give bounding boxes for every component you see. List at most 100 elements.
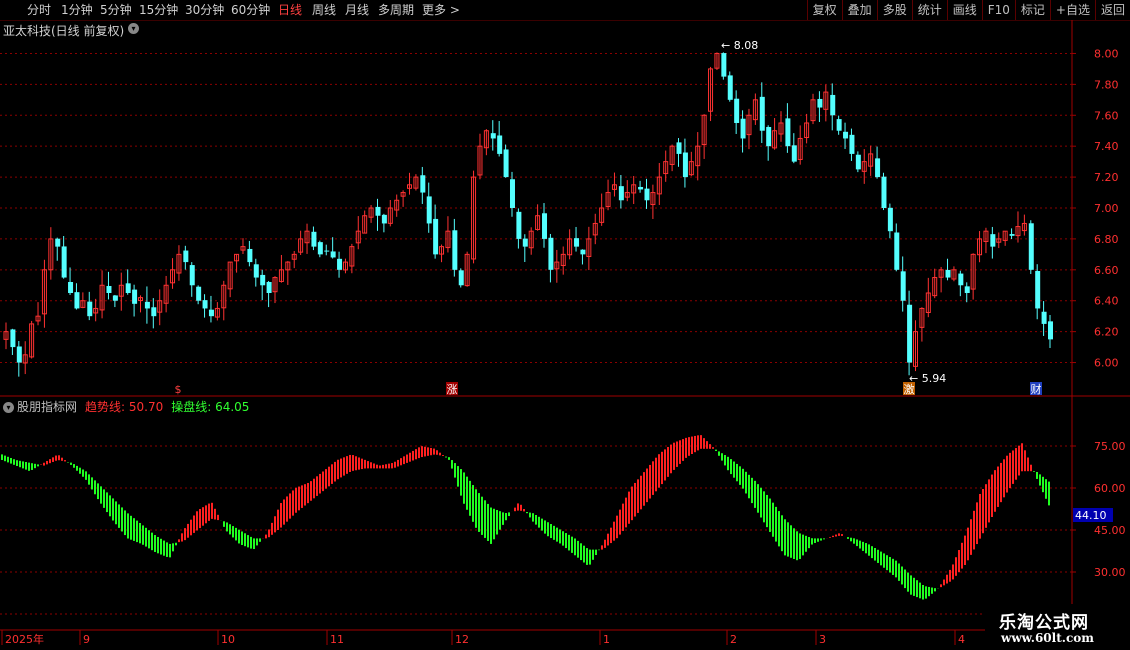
candle-body	[644, 188, 650, 201]
time-label-1: 9	[83, 633, 90, 646]
candle-body	[106, 285, 112, 293]
candle-body	[112, 295, 118, 301]
candle-body	[87, 301, 93, 317]
candle-body	[721, 53, 727, 77]
candle-body	[1048, 321, 1053, 340]
time-label-4: 12	[455, 633, 469, 646]
candle-body	[144, 301, 150, 309]
candle-body	[881, 176, 887, 208]
candle-body	[849, 134, 855, 154]
candle-body	[196, 286, 202, 301]
candle-body	[458, 270, 464, 286]
candle-body	[125, 283, 131, 293]
candle-body	[375, 206, 381, 216]
candle-body	[317, 242, 323, 255]
marker-1: 涨	[447, 383, 458, 396]
candle-body	[74, 292, 80, 309]
candle-body	[311, 231, 317, 247]
candle-body	[426, 196, 432, 224]
price-tick-label: 8.00	[1094, 47, 1119, 60]
watermark-title: 乐淘公式网	[999, 613, 1089, 633]
candle-body	[324, 250, 330, 252]
candle-body	[734, 98, 740, 123]
candle-body	[682, 152, 688, 178]
high-price-label: ← 8.08	[721, 39, 758, 52]
candle-body	[132, 289, 138, 304]
candle-body	[68, 281, 74, 293]
price-tick-label: 7.20	[1094, 171, 1119, 184]
candle-body	[843, 131, 849, 139]
indicator-tick-label: 45.00	[1094, 524, 1126, 537]
candle-body	[189, 265, 195, 286]
candle-body	[503, 149, 509, 178]
candle-body	[676, 142, 682, 154]
candle-body	[522, 238, 528, 247]
price-tick-label: 7.00	[1094, 202, 1119, 215]
candle-body	[490, 133, 496, 139]
candle-body	[1028, 223, 1034, 270]
watermark-logo: 乐淘公式网 www.60lt.com	[985, 604, 1130, 650]
candle-body	[247, 248, 253, 263]
marker-0: $	[175, 383, 182, 396]
indicator-tick-label: 60.00	[1094, 482, 1126, 495]
current-value-text: 44.10	[1075, 509, 1107, 522]
candle-body	[1035, 271, 1041, 309]
time-label-5: 1	[603, 633, 610, 646]
candle-body	[433, 218, 439, 255]
candle-body	[381, 214, 387, 224]
candle-body	[759, 96, 765, 131]
time-label-7: 3	[819, 633, 826, 646]
candle-body	[830, 94, 836, 116]
candle-body	[618, 186, 624, 201]
candle-body	[907, 304, 913, 363]
candle-body	[542, 213, 548, 239]
candle-body	[785, 118, 791, 147]
candle-body	[55, 238, 61, 247]
indicator-tick-label: 75.00	[1094, 440, 1126, 453]
price-tick-label: 7.60	[1094, 109, 1119, 122]
price-tick-label: 6.80	[1094, 233, 1119, 246]
candle-body	[574, 238, 580, 247]
candle-body	[497, 135, 503, 154]
candle-body	[260, 274, 266, 286]
candle-body	[420, 175, 426, 193]
price-tick-label: 7.80	[1094, 78, 1119, 91]
marker-2: 激	[904, 382, 915, 396]
candle-body	[516, 211, 522, 239]
candle-body	[151, 307, 157, 317]
candle-body	[894, 232, 900, 270]
price-tick-label: 6.00	[1094, 357, 1119, 370]
candle-body	[1009, 234, 1015, 236]
candle-body	[945, 269, 951, 278]
time-label-2: 10	[221, 633, 235, 646]
candle-body	[202, 300, 208, 309]
price-tick-label: 6.20	[1094, 326, 1119, 339]
time-label-8: 4	[958, 633, 965, 646]
candle-body	[766, 126, 772, 147]
candle-body	[16, 346, 22, 363]
kline-chart[interactable]: 8.00 7.80 7.60 7.40 7.20 7.00 6.80 6.60 6.40 6.20…	[0, 0, 1130, 650]
candle-body	[337, 258, 343, 270]
candle-body	[548, 237, 554, 270]
candle-body	[836, 119, 842, 131]
candle-body	[61, 246, 67, 278]
time-label-6: 2	[730, 633, 737, 646]
candle-body	[727, 75, 733, 100]
watermark-url: www.60lt.com	[1001, 631, 1094, 645]
time-label-3: 11	[330, 633, 344, 646]
candle-body	[266, 281, 272, 293]
candle-body	[580, 249, 586, 255]
candle-body	[509, 179, 515, 208]
candle-body	[253, 264, 259, 278]
candle-body	[1041, 311, 1047, 324]
candle-body	[208, 309, 214, 317]
candle-body	[990, 234, 996, 247]
candle-body	[791, 145, 797, 162]
candle-body	[958, 273, 964, 286]
indicator-tick-label: 30.00	[1094, 566, 1126, 579]
price-tick-label: 7.40	[1094, 140, 1119, 153]
marker-3: 财	[1031, 382, 1042, 396]
candle-body	[875, 158, 881, 178]
candle-body	[855, 154, 861, 170]
candle-body	[887, 207, 893, 232]
